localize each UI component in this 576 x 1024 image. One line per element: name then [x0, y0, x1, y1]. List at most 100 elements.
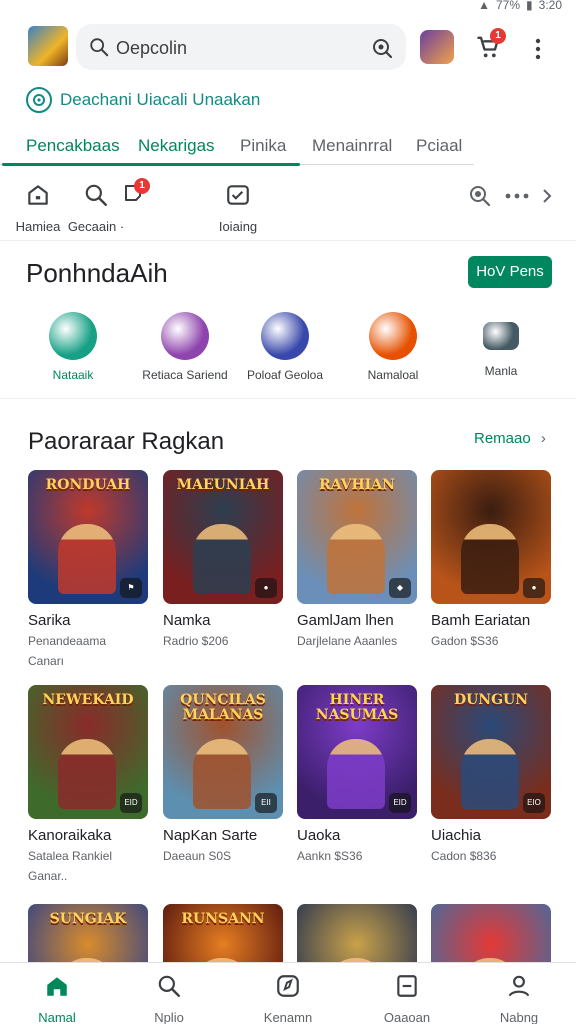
home-outline-icon: [28, 185, 48, 205]
tab-indicator: [2, 163, 300, 166]
game-cover: RONDUAH ⚑: [28, 470, 148, 604]
section-divider: [0, 240, 576, 241]
nav-label: Nabng: [499, 1010, 539, 1024]
book-icon: [397, 975, 417, 997]
tab-pencakbaas[interactable]: Pencakbaas: [26, 136, 120, 156]
cover-character: [327, 739, 385, 809]
cover-title: NEWEKAID: [42, 692, 134, 708]
game-title: GamlJam lhen: [297, 612, 394, 629]
promo-banner[interactable]: Deachani Uiacali Unaakan: [26, 86, 260, 114]
promo-icon: [26, 87, 52, 113]
game-title: Uaoka: [297, 827, 341, 844]
see-more-link[interactable]: Remaao ›: [474, 430, 546, 447]
app-avatar[interactable]: [28, 26, 68, 66]
cover-character: [58, 524, 116, 594]
cart-button[interactable]: 1: [474, 28, 506, 65]
category-tabs: Pencakbaas Nekarigas Pinika Menainrral P…: [0, 128, 576, 166]
category-icon: [161, 312, 209, 360]
game-cover: RAVHIAN ◆: [297, 470, 417, 604]
quick-item-inbox[interactable]: Ioiaing: [198, 178, 278, 234]
game-subtitle: Aankn $S36: [297, 849, 363, 863]
game-subtitle: Daeaun S0S: [163, 849, 232, 863]
nav-label: Namal: [38, 1010, 76, 1024]
section-title: PonhndaAih: [26, 258, 168, 288]
game-card[interactable]: ● Bamh Eariatan Gadon $S36: [431, 470, 553, 649]
promo-text: Deachani Uiacali Unaakan: [60, 90, 261, 109]
game-subtitle: Radrio $206: [163, 634, 229, 648]
notification-button[interactable]: 1: [122, 178, 150, 209]
nav-library[interactable]: Oaaoan: [362, 973, 452, 1024]
category-row: Nataaik Retiaca Sariend Poloaf Geoloa Namal…: [0, 308, 576, 384]
nav-home[interactable]: Namal: [12, 973, 102, 1024]
nav-label: Nplio: [154, 1010, 184, 1024]
game-subtitle: Gadon $S36: [431, 634, 499, 648]
game-cover: DUNGUN EIO: [431, 685, 551, 819]
game-card[interactable]: NEWEKAID EID Kanoraikaka Satalea Rankiel Gan…: [28, 685, 150, 884]
more-vert-icon[interactable]: [530, 36, 546, 62]
category-icon: [483, 322, 519, 350]
game-title: Bamh Eariatan: [431, 612, 531, 629]
game-subtitle: Darjlelane Aaanles: [297, 634, 398, 648]
cover-title: RONDUAH: [45, 477, 131, 493]
nav-explore[interactable]: Kenamn: [243, 973, 333, 1024]
cover-character: [193, 524, 251, 594]
battery-icon: ▮: [526, 0, 533, 12]
game-subtitle: Canarı: [28, 654, 65, 668]
cart-badge: 1: [490, 28, 506, 44]
cover-title: HINER NASUMAS: [315, 692, 399, 723]
section-title: Paoraraar Ragkan: [28, 428, 225, 455]
game-subtitle: Satalea Rankiel: [28, 849, 113, 863]
search-icon: [85, 184, 107, 206]
nav-profile[interactable]: Nabng: [474, 973, 564, 1024]
game-cover: ●: [431, 470, 551, 604]
tab-pciaal[interactable]: Pciaal: [416, 136, 462, 156]
bottom-nav: Namal Nplio Kenamn Oaaoan Nabng: [0, 962, 576, 1024]
cover-title: QUNCILAS MALANAS: [180, 692, 266, 723]
cover-badge: EII: [255, 793, 277, 813]
search-input[interactable]: Oepcolin: [116, 38, 187, 59]
cover-title: DUNGUN: [453, 692, 529, 708]
game-card[interactable]: MAEUNIAH ● Namka Radrio $206: [163, 470, 285, 649]
chevron-right-icon[interactable]: [540, 184, 554, 208]
tab-pinika[interactable]: Pinika: [240, 136, 286, 156]
game-card[interactable]: RAVHIAN ◆ GamlJam lhen Darjlelane Aaanles: [297, 470, 419, 649]
tab-nekarigas[interactable]: Nekarigas: [138, 136, 215, 156]
quick-label: Ioiaing: [218, 219, 258, 234]
category-item[interactable]: Nataaik: [8, 308, 138, 382]
lens-search-icon[interactable]: [370, 36, 394, 60]
category-item[interactable]: Manla: [436, 308, 566, 378]
game-card[interactable]: RONDUAH ⚑ Sarika Penandeaama Canarı: [28, 470, 150, 669]
game-subtitle: Penandeaama: [28, 634, 107, 648]
chevron-right-icon: ›: [540, 430, 546, 447]
notification-badge: 1: [134, 178, 150, 194]
cover-title: RUNSANN: [181, 911, 265, 927]
cover-badge: ●: [523, 578, 545, 598]
cover-badge: EIO: [523, 793, 545, 813]
nav-search[interactable]: Nplio: [124, 973, 214, 1024]
game-card[interactable]: DUNGUN EIO Uiachia Cadon $836: [431, 685, 553, 864]
zoom-search-icon[interactable]: [468, 184, 492, 208]
new-button[interactable]: HoV Pens: [468, 256, 552, 288]
section-divider: [0, 398, 576, 399]
search-icon: [90, 38, 109, 57]
cover-character: [58, 739, 116, 809]
quick-actions: Hamiea Gecaain · 1 Ioiaing: [0, 178, 576, 240]
quick-label: Gecaain ·: [67, 219, 125, 234]
category-label: Nataaik: [52, 368, 94, 382]
cover-badge: EID: [389, 793, 411, 813]
cover-title: RAVHIAN: [319, 477, 395, 493]
game-cover: QUNCILAS MALANAS EII: [163, 685, 283, 819]
game-card[interactable]: HINER NASUMAS EID Uaoka Aankn $S36: [297, 685, 419, 864]
game-card[interactable]: QUNCILAS MALANAS EII NapKan Sarte Daeaun S0…: [163, 685, 285, 864]
cover-character: [327, 524, 385, 594]
search-bar[interactable]: Oepcolin: [76, 24, 406, 70]
category-label: Manla: [484, 364, 518, 378]
clock: 3:20: [538, 0, 562, 12]
category-icon: [49, 312, 97, 360]
tab-menainrral[interactable]: Menainrral: [312, 136, 392, 156]
see-more-label: Remaao: [474, 430, 531, 447]
game-title: Namka: [163, 612, 211, 629]
battery-level: 77%: [496, 0, 521, 12]
profile-avatar[interactable]: [420, 30, 454, 64]
more-horiz-icon[interactable]: [504, 184, 530, 208]
